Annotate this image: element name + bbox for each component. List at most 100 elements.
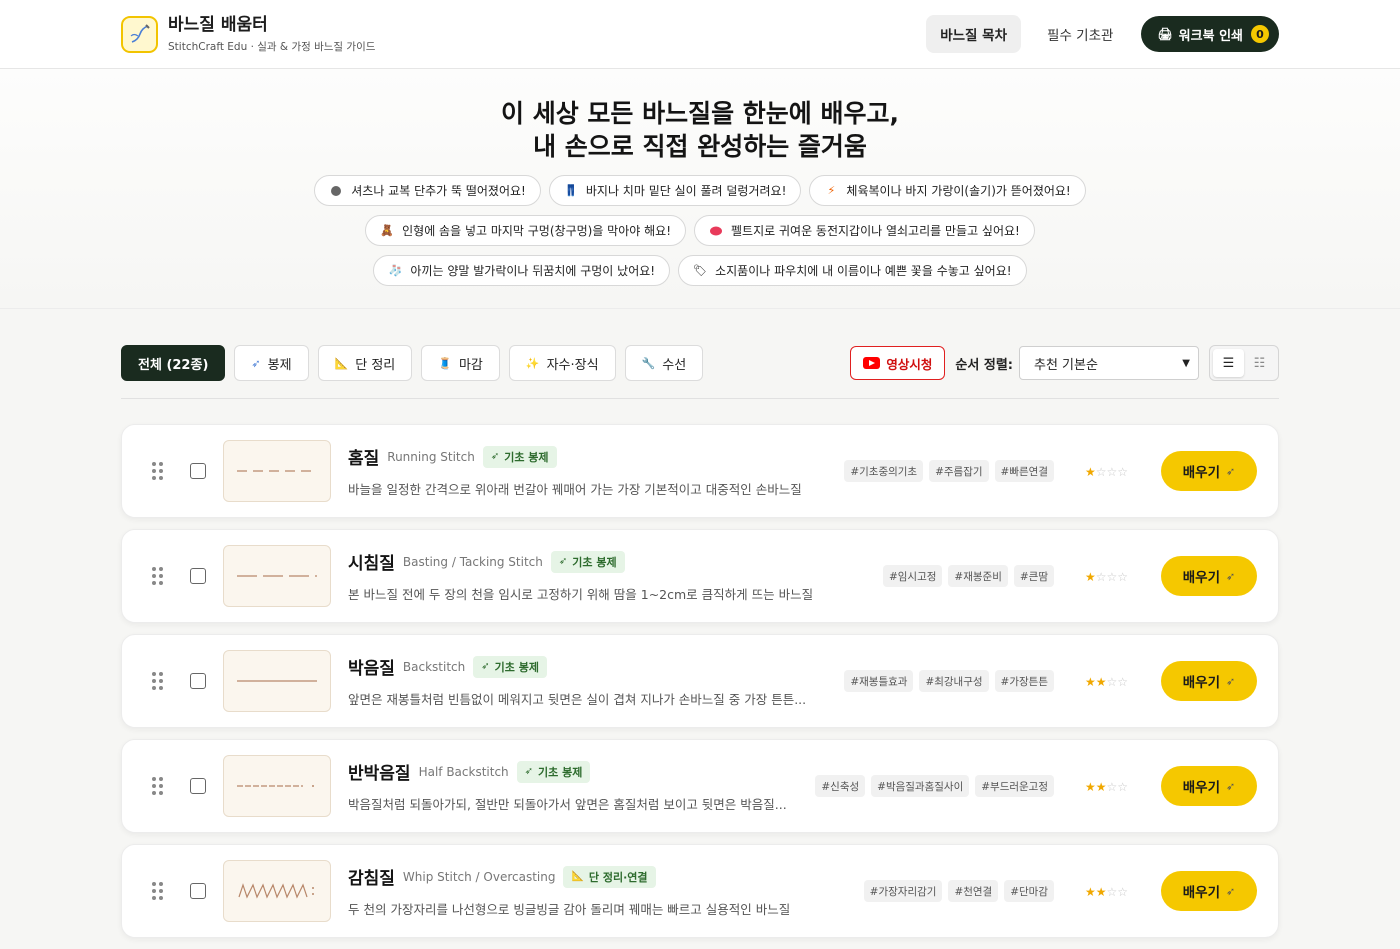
print-label: 워크북 인쇄 xyxy=(1178,28,1243,44)
stitch-description: 두 천의 가장자리를 나선형으로 빙글빙글 감아 돌리며 꿰매는 빠르고 실용적… xyxy=(348,902,791,917)
difficulty-stars: ★★☆☆ xyxy=(1084,675,1128,689)
stitch-description: 앞면은 재봉틀처럼 빈틈없이 메워지고 뒷면은 실이 겹쳐 지나가 손바느질 중… xyxy=(348,692,807,707)
tag: #최강내구성 xyxy=(919,670,989,692)
drag-handle-icon[interactable] xyxy=(152,777,164,795)
hero-title-line1: 이 세상 모든 바느질을 한눈에 배우고, xyxy=(500,99,900,128)
learn-button[interactable]: 배우기 ➶ xyxy=(1161,766,1257,806)
stitch-english-name: Running Stitch xyxy=(387,449,475,464)
list-item: 감침질 Whip Stitch / Overcasting 📐 단 정리·연결 두… xyxy=(121,844,1279,938)
chip-label: 소지품이나 파우치에 내 이름이나 예쁜 꽃을 수놓고 싶어요! xyxy=(715,264,1012,278)
badge-label: 기초 봉제 xyxy=(538,765,583,779)
triangle-ruler-icon: 📐 xyxy=(571,871,584,882)
chip-doll[interactable]: 🧸 인형에 솜을 넣고 마지막 구멍(창구멍)을 막아야 해요! xyxy=(365,215,687,246)
difficulty-stars: ★★☆☆ xyxy=(1084,885,1128,899)
learn-button[interactable]: 배우기 ➶ xyxy=(1161,451,1257,491)
badge-label: 단 정리·연결 xyxy=(588,870,648,884)
difficulty-stars: ★☆☆☆ xyxy=(1084,465,1128,479)
youtube-icon xyxy=(863,357,881,369)
needle-icon: ➶ xyxy=(1226,779,1236,793)
printer-icon: 🖨 xyxy=(1157,27,1173,41)
thread-spool-icon: 🧵 xyxy=(438,356,452,370)
drag-handle-icon[interactable] xyxy=(152,882,164,900)
drag-handle-icon[interactable] xyxy=(152,567,164,585)
list-item: 홈질 Running Stitch ➶ 기초 봉제 바늘을 일정한 간격으로 위아… xyxy=(121,424,1279,518)
needle-icon: ➶ xyxy=(1226,569,1236,583)
sort-select[interactable]: 추천 기본순 ▼ xyxy=(1019,346,1199,380)
video-watch-button[interactable]: 영상시청 xyxy=(850,346,946,380)
tag: #박음질과홈질사이 xyxy=(871,775,970,797)
tab-label: 단 정리 xyxy=(355,357,396,373)
tab-sewing[interactable]: ➶ 봉제 xyxy=(234,345,309,381)
stitch-english-name: Backstitch xyxy=(402,659,466,674)
tag-list: #신축성 #박음질과홈질사이 #부드러운고정 xyxy=(815,775,1054,797)
learn-button[interactable]: 배우기 ➶ xyxy=(1161,661,1257,701)
chip-label: 펠트지로 귀여운 동전지갑이나 열쇠고리를 만들고 싶어요! xyxy=(731,224,1020,238)
stitch-name: 박음질 xyxy=(348,659,395,679)
grid-view-icon[interactable]: ☷ xyxy=(1244,349,1275,377)
stitch-thumbnail xyxy=(223,545,331,607)
tab-label: 마감 xyxy=(458,357,483,373)
stitch-description: 바늘을 일정한 간격으로 위아래 번갈아 꿰매어 가는 가장 기본적이고 대중적… xyxy=(348,482,802,497)
needle-icon: ➶ xyxy=(481,661,490,672)
tab-all[interactable]: 전체 (22종) xyxy=(121,345,226,381)
badge-label: 기초 봉제 xyxy=(572,555,617,569)
situation-chips: 셔츠나 교복 단추가 뚝 떨어졌어요! 👖 바지나 치마 밑단 실이 풀려 덜렁거… xyxy=(0,175,1400,286)
chip-seam[interactable]: ⚡ 체육복이나 바지 가랑이(솔기)가 뜯어졌어요! xyxy=(809,175,1086,206)
hero-title-line2: 내 손으로 직접 완성하는 즐거움 xyxy=(533,132,867,161)
nav-stitch-index[interactable]: 바느질 목차 xyxy=(926,15,1022,53)
chip-label: 셔츠나 교복 단추가 뚝 떨어졌어요! xyxy=(351,184,526,198)
site-subtitle: StitchCraft Edu · 실과 & 가정 바느질 가이드 xyxy=(168,41,376,53)
select-checkbox[interactable] xyxy=(190,883,206,899)
stitch-thumbnail xyxy=(223,755,331,817)
chip-embroidery[interactable]: 🏷 소지품이나 파우치에 내 이름이나 예쁜 꽃을 수놓고 싶어요! xyxy=(678,255,1027,286)
list-item: 시침질 Basting / Tacking Stitch ➶ 기초 봉제 본 바느… xyxy=(121,529,1279,623)
filter-bar: 전체 (22종) ➶ 봉제 📐 단 정리 🧵 마감 ✨ 자수·장식 🔧 수선 영상시청 순… xyxy=(121,344,1279,382)
stitch-thumbnail xyxy=(223,650,331,712)
felt-icon xyxy=(709,224,723,238)
stitch-english-name: Whip Stitch / Overcasting xyxy=(402,869,556,884)
nav-basics[interactable]: 필수 기초관 xyxy=(1033,15,1127,53)
learn-button[interactable]: 배우기 ➶ xyxy=(1161,556,1257,596)
needle-icon: ➶ xyxy=(1226,674,1236,688)
select-checkbox[interactable] xyxy=(190,673,206,689)
site-title[interactable]: 바느질 배움터 xyxy=(168,14,375,36)
chip-hem[interactable]: 👖 바지나 치마 밑단 실이 풀려 덜렁거려요! xyxy=(548,175,802,206)
list-view-icon[interactable]: ☰ xyxy=(1213,349,1244,377)
chip-button[interactable]: 셔츠나 교복 단추가 뚝 떨어졌어요! xyxy=(314,175,541,206)
lightning-icon: ⚡ xyxy=(827,184,836,197)
needle-logo-icon[interactable] xyxy=(121,15,158,53)
chip-label: 인형에 솜을 넣고 마지막 구멍(창구멍)을 막아야 해요! xyxy=(402,224,672,238)
learn-label: 배우기 xyxy=(1182,465,1221,481)
stitch-thumbnail xyxy=(223,860,331,922)
tag-list: #재봉틀효과 #최강내구성 #가장튼튼 xyxy=(844,670,1054,692)
select-checkbox[interactable] xyxy=(190,568,206,584)
select-checkbox[interactable] xyxy=(190,463,206,479)
select-checkbox[interactable] xyxy=(190,778,206,794)
learn-button[interactable]: 배우기 ➶ xyxy=(1161,871,1257,911)
chip-felt[interactable]: 펠트지로 귀여운 동전지갑이나 열쇠고리를 만들고 싶어요! xyxy=(694,215,1035,246)
tab-label: 수선 xyxy=(662,357,687,373)
stitch-name: 홈질 xyxy=(348,449,380,469)
category-badge: ➶ 기초 봉제 xyxy=(550,550,625,573)
chip-label: 체육복이나 바지 가랑이(솔기)가 뜯어졌어요! xyxy=(846,184,1071,198)
tab-embroidery[interactable]: ✨ 자수·장식 xyxy=(508,345,616,381)
tab-hem[interactable]: 📐 단 정리 xyxy=(317,345,413,381)
tag: #신축성 xyxy=(815,775,866,797)
category-badge: ➶ 기초 봉제 xyxy=(516,760,591,783)
learn-label: 배우기 xyxy=(1182,570,1221,586)
sock-icon: 🧦 xyxy=(388,264,403,277)
tab-repair[interactable]: 🔧 수선 xyxy=(624,345,704,381)
drag-handle-icon[interactable] xyxy=(152,462,164,480)
print-workbook-button[interactable]: 🖨 워크북 인쇄 0 xyxy=(1141,16,1279,52)
stitch-name: 시침질 xyxy=(348,554,395,574)
needle-icon: ➶ xyxy=(251,356,261,370)
triangle-ruler-icon: 📐 xyxy=(334,356,349,370)
badge-label: 기초 봉제 xyxy=(494,660,539,674)
label-tag-icon: 🏷 xyxy=(693,264,708,277)
difficulty-stars: ★☆☆☆ xyxy=(1084,570,1128,584)
tab-finish[interactable]: 🧵 마감 xyxy=(421,345,500,381)
drag-handle-icon[interactable] xyxy=(152,672,164,690)
chip-label: 아끼는 양말 발가락이나 뒤꿈치에 구멍이 났어요! xyxy=(410,264,656,278)
tag: #가장튼튼 xyxy=(994,670,1054,692)
chip-sock[interactable]: 🧦 아끼는 양말 발가락이나 뒤꿈치에 구멍이 났어요! xyxy=(373,255,671,286)
